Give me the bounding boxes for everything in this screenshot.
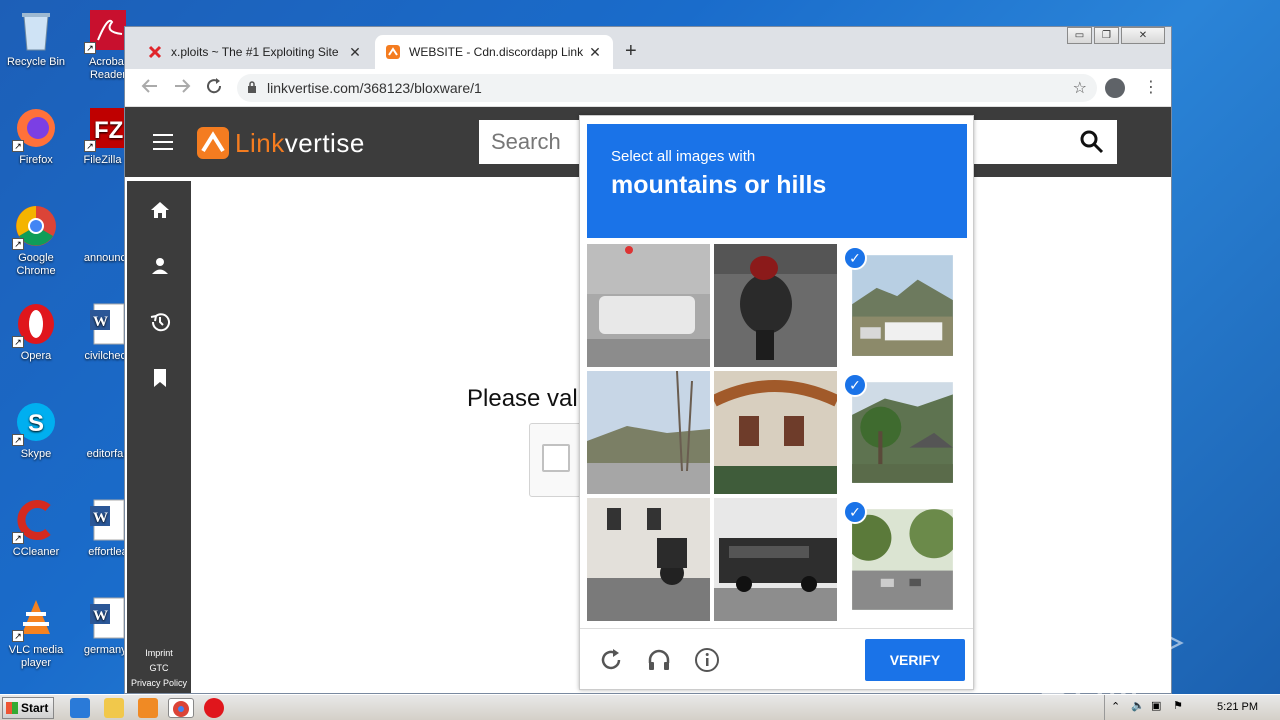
linkvertise-icon <box>385 44 401 60</box>
sidebar-footer: Imprint GTC Privacy Policy <box>127 646 191 691</box>
windows-logo-icon <box>6 702 18 714</box>
opera-icon: ↗ <box>12 302 58 348</box>
tab-bar: x.ploits ~ The #1 Exploiting Site ✕ WEBS… <box>125 27 1171 69</box>
media-player-icon[interactable] <box>138 698 158 718</box>
address-bar[interactable]: linkvertise.com/368123/bloxware/1 ☆ <box>237 74 1097 102</box>
captcha-tile[interactable] <box>852 255 953 356</box>
internet-explorer-icon[interactable] <box>70 698 90 718</box>
desktop-icon-recycle-bin[interactable]: Recycle Bin <box>0 8 72 69</box>
captcha-tile[interactable] <box>852 382 953 483</box>
linkvertise-logo-icon <box>197 127 229 159</box>
close-tab-icon[interactable]: ✕ <box>347 44 363 61</box>
taskbar: Start ⌃ 🔈 ▣ ⚑ 5:21 PM <box>0 694 1280 720</box>
captcha-tile[interactable] <box>714 244 837 367</box>
profile-avatar-icon[interactable] <box>1105 78 1125 98</box>
svg-text:W: W <box>93 608 108 624</box>
captcha-tile[interactable] <box>587 244 710 367</box>
back-button[interactable] <box>139 77 161 100</box>
captcha-footer: VERIFY <box>580 628 973 690</box>
svg-text:FZ: FZ <box>94 117 123 144</box>
svg-text:W: W <box>93 510 108 526</box>
gtc-link[interactable]: GTC <box>127 661 191 676</box>
chrome-taskbar-icon[interactable] <box>168 698 194 718</box>
reload-challenge-icon[interactable] <box>598 647 624 673</box>
minimize-button[interactable]: ▭ <box>1067 27 1092 44</box>
captcha-grid: ✓ ✓ ✓ <box>587 244 967 622</box>
chrome-icon: ↗ <box>12 204 58 250</box>
desktop-icon-chrome[interactable]: ↗ Google Chrome <box>0 204 72 278</box>
restore-button[interactable]: ❐ <box>1094 27 1119 44</box>
menu-dots-icon[interactable]: ⋮ <box>1143 77 1159 97</box>
user-icon[interactable] <box>149 255 171 277</box>
svg-text:W: W <box>93 314 108 330</box>
opera-taskbar-icon[interactable] <box>204 698 224 718</box>
captcha-tile[interactable] <box>852 509 953 610</box>
privacy-policy-link[interactable]: Privacy Policy <box>127 676 191 691</box>
tray-expand-icon[interactable]: ⌃ <box>1111 700 1120 713</box>
info-icon[interactable] <box>694 647 720 673</box>
x-icon <box>147 44 163 60</box>
history-icon[interactable] <box>149 311 171 333</box>
captcha-tile[interactable] <box>587 371 710 494</box>
reload-button[interactable] <box>203 77 225 100</box>
system-tray: ⌃ 🔈 ▣ ⚑ 5:21 PM <box>1104 695 1280 720</box>
hamburger-menu-icon[interactable] <box>153 134 173 150</box>
validate-heading: Please vali <box>467 385 584 412</box>
imprint-link[interactable]: Imprint <box>127 646 191 661</box>
start-button[interactable]: Start <box>2 697 54 719</box>
tab-linkvertise[interactable]: WEBSITE - Cdn.discordapp Link (202 ✕ <box>375 35 613 69</box>
captcha-tile[interactable] <box>587 498 710 621</box>
desktop-icon-opera[interactable]: ↗ Opera <box>0 302 72 363</box>
new-tab-button[interactable]: + <box>625 40 637 63</box>
ccleaner-icon: ↗ <box>12 498 58 544</box>
skype-icon: S ↗ <box>12 400 58 446</box>
home-icon[interactable] <box>149 199 171 221</box>
checkmark-icon: ✓ <box>843 500 867 524</box>
network-icon[interactable]: ▣ <box>1151 699 1161 712</box>
linkvertise-logo[interactable]: Linkvertise <box>197 127 365 159</box>
close-tab-icon[interactable]: ✕ <box>587 44 603 61</box>
captcha-challenge: Select all images with mountains or hill… <box>579 115 974 690</box>
vlc-icon: ↗ <box>12 596 58 642</box>
recycle-bin-icon <box>14 8 58 52</box>
desktop-icon-vlc[interactable]: ↗ VLC media player <box>0 596 72 670</box>
checkmark-icon: ✓ <box>843 246 867 270</box>
captcha-tile[interactable] <box>714 371 837 494</box>
desktop-icon-skype[interactable]: S ↗ Skype <box>0 400 72 461</box>
flag-icon[interactable]: ⚑ <box>1173 699 1183 712</box>
url-text: linkvertise.com/368123/bloxware/1 <box>267 80 482 96</box>
bookmark-star-icon[interactable]: ☆ <box>1073 78 1087 98</box>
audio-challenge-icon[interactable] <box>646 647 672 673</box>
site-sidebar: Imprint GTC Privacy Policy <box>127 181 191 693</box>
checkmark-icon: ✓ <box>843 373 867 397</box>
desktop-icon-ccleaner[interactable]: ↗ CCleaner <box>0 498 72 559</box>
captcha-header: Select all images with mountains or hill… <box>587 124 967 238</box>
close-window-button[interactable]: ✕ <box>1121 27 1165 44</box>
verify-button[interactable]: VERIFY <box>865 639 965 681</box>
clock[interactable]: 5:21 PM <box>1217 701 1258 713</box>
volume-icon[interactable]: 🔈 <box>1131 699 1145 712</box>
forward-button[interactable] <box>171 77 193 100</box>
recaptcha-checkbox[interactable] <box>542 444 570 472</box>
captcha-tile[interactable] <box>714 498 837 621</box>
browser-toolbar: linkvertise.com/368123/bloxware/1 ☆ ⋮ <box>125 69 1171 107</box>
desktop-icon-firefox[interactable]: ↗ Firefox <box>0 106 72 167</box>
lock-icon <box>247 80 257 96</box>
svg-text:S: S <box>28 410 44 437</box>
search-icon[interactable] <box>1079 129 1105 161</box>
file-explorer-icon[interactable] <box>104 698 124 718</box>
bookmark-icon[interactable] <box>149 367 171 389</box>
window-controls: ▭ ❐ ✕ <box>1067 27 1165 44</box>
tab-xploits[interactable]: x.ploits ~ The #1 Exploiting Site ✕ <box>137 35 373 69</box>
firefox-icon: ↗ <box>12 106 58 152</box>
